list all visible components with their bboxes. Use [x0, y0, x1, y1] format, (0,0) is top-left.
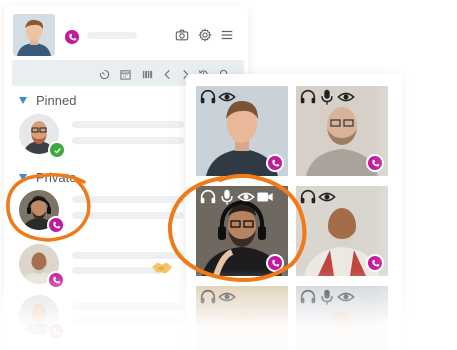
highlight-annotations [6, 173, 307, 282]
highlight-circle-active-tile [167, 173, 307, 282]
highlight-circle-private-contact [6, 173, 91, 242]
